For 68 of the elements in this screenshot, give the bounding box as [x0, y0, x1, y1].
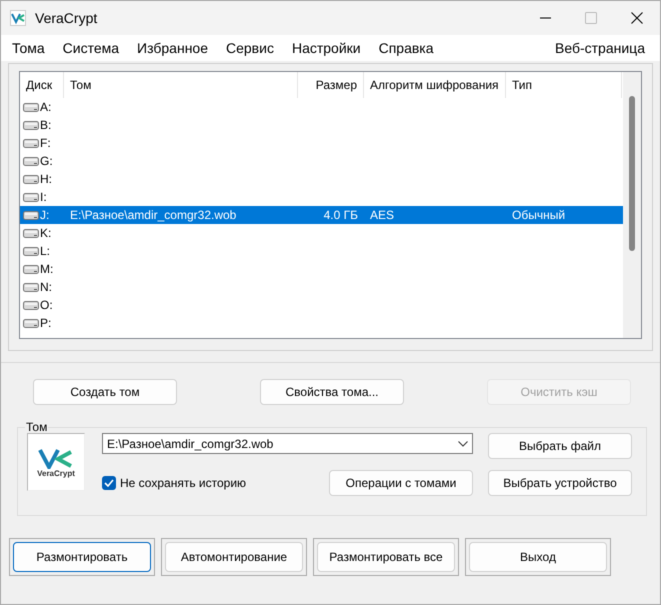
selected-row[interactable]: J: E:\Разное\amdir_comgr32.wob 4.0 ГБ AES Обычный: [20, 206, 623, 224]
drive-icon: [23, 155, 39, 167]
drive-letter: N:: [40, 280, 52, 294]
drive-icon: [23, 245, 39, 257]
column-header[interactable]: Диск: [20, 72, 64, 98]
drive-letter: H:: [40, 172, 52, 186]
drive-icon: [23, 101, 39, 113]
drive-icon: [23, 137, 39, 149]
app-icon: [10, 10, 26, 26]
column-header[interactable]: Тип: [506, 72, 622, 98]
column-header[interactable]: Размер: [298, 72, 364, 98]
drive-letter: F:: [40, 136, 51, 150]
drive-icon: [23, 281, 39, 293]
drive-letter: M:: [40, 262, 54, 276]
drive-letter: L:: [40, 244, 50, 258]
menu-item[interactable]: Тома: [1, 40, 54, 56]
drive-icon: [23, 119, 39, 131]
drive-letter: I:: [40, 190, 47, 204]
select-device-button[interactable]: Выбрать устройство: [488, 470, 632, 496]
volume-properties-button[interactable]: Свойства тома...: [260, 379, 404, 405]
volume-type: Обычный: [511, 208, 566, 222]
drive-icon: [23, 227, 39, 239]
exit-button[interactable]: Выход: [469, 542, 607, 572]
menu-item[interactable]: Система: [54, 40, 128, 56]
volume-size: 4.0 ГБ: [322, 208, 359, 222]
scrollbar[interactable]: [623, 72, 641, 338]
create-volume-button[interactable]: Создать том: [33, 379, 177, 405]
volume-path-combobox[interactable]: E:\Разное\amdir_comgr32.wob: [102, 433, 473, 454]
column-header[interactable]: Алгоритм шифрования: [364, 72, 506, 98]
unmount-all-button[interactable]: Размонтировать все: [317, 542, 455, 572]
drive-icon: [23, 209, 39, 221]
window-title: VeraCrypt: [35, 10, 98, 26]
checkbox[interactable]: [102, 476, 116, 490]
checkbox-label: Не сохранять историю: [120, 476, 246, 490]
drive-letter: O:: [40, 298, 53, 312]
volume-operations-button[interactable]: Операции с томами: [329, 470, 473, 496]
logo-text: VeraCrypt: [37, 468, 75, 478]
drive-letter: K:: [40, 226, 52, 240]
menu-item[interactable]: Избранное: [128, 40, 217, 56]
menu-item[interactable]: Справка: [370, 40, 443, 56]
drive-letter: B:: [40, 118, 52, 132]
drive-icon: [23, 191, 39, 203]
group-title: Том: [25, 420, 48, 434]
menu-item[interactable]: Сервис: [217, 40, 283, 56]
close-icon: [631, 12, 643, 24]
column-header[interactable]: Том: [64, 72, 298, 98]
logo-icon: [38, 446, 74, 468]
dropdown-icon: [458, 440, 468, 446]
drive-letter: G:: [40, 154, 53, 168]
menu-item[interactable]: Настройки: [282, 40, 370, 56]
automount-button[interactable]: Автомонтирование: [165, 542, 303, 572]
checkmark-icon: [104, 479, 114, 487]
drive-icon: [23, 299, 39, 311]
drive-icon: [23, 173, 39, 185]
drive-letter: J:: [40, 208, 50, 222]
volume-path: E:\Разное\amdir_comgr32.wob: [107, 436, 274, 450]
maximize-icon: [585, 12, 597, 24]
unmount-button[interactable]: Размонтировать: [13, 542, 151, 572]
drive-letter: A:: [40, 100, 52, 114]
drive-icon: [23, 263, 39, 275]
encryption-algorithm: AES: [369, 208, 396, 222]
menu-item[interactable]: Веб-страница: [546, 40, 660, 56]
drive-letter: P:: [40, 316, 52, 330]
select-file-button[interactable]: Выбрать файл: [488, 433, 632, 459]
scrollbar-thumb[interactable]: [629, 96, 635, 251]
drive-icon: [23, 317, 39, 329]
minimize-icon: [540, 17, 550, 19]
volume-path: E:\Разное\amdir_comgr32.wob: [69, 208, 238, 222]
